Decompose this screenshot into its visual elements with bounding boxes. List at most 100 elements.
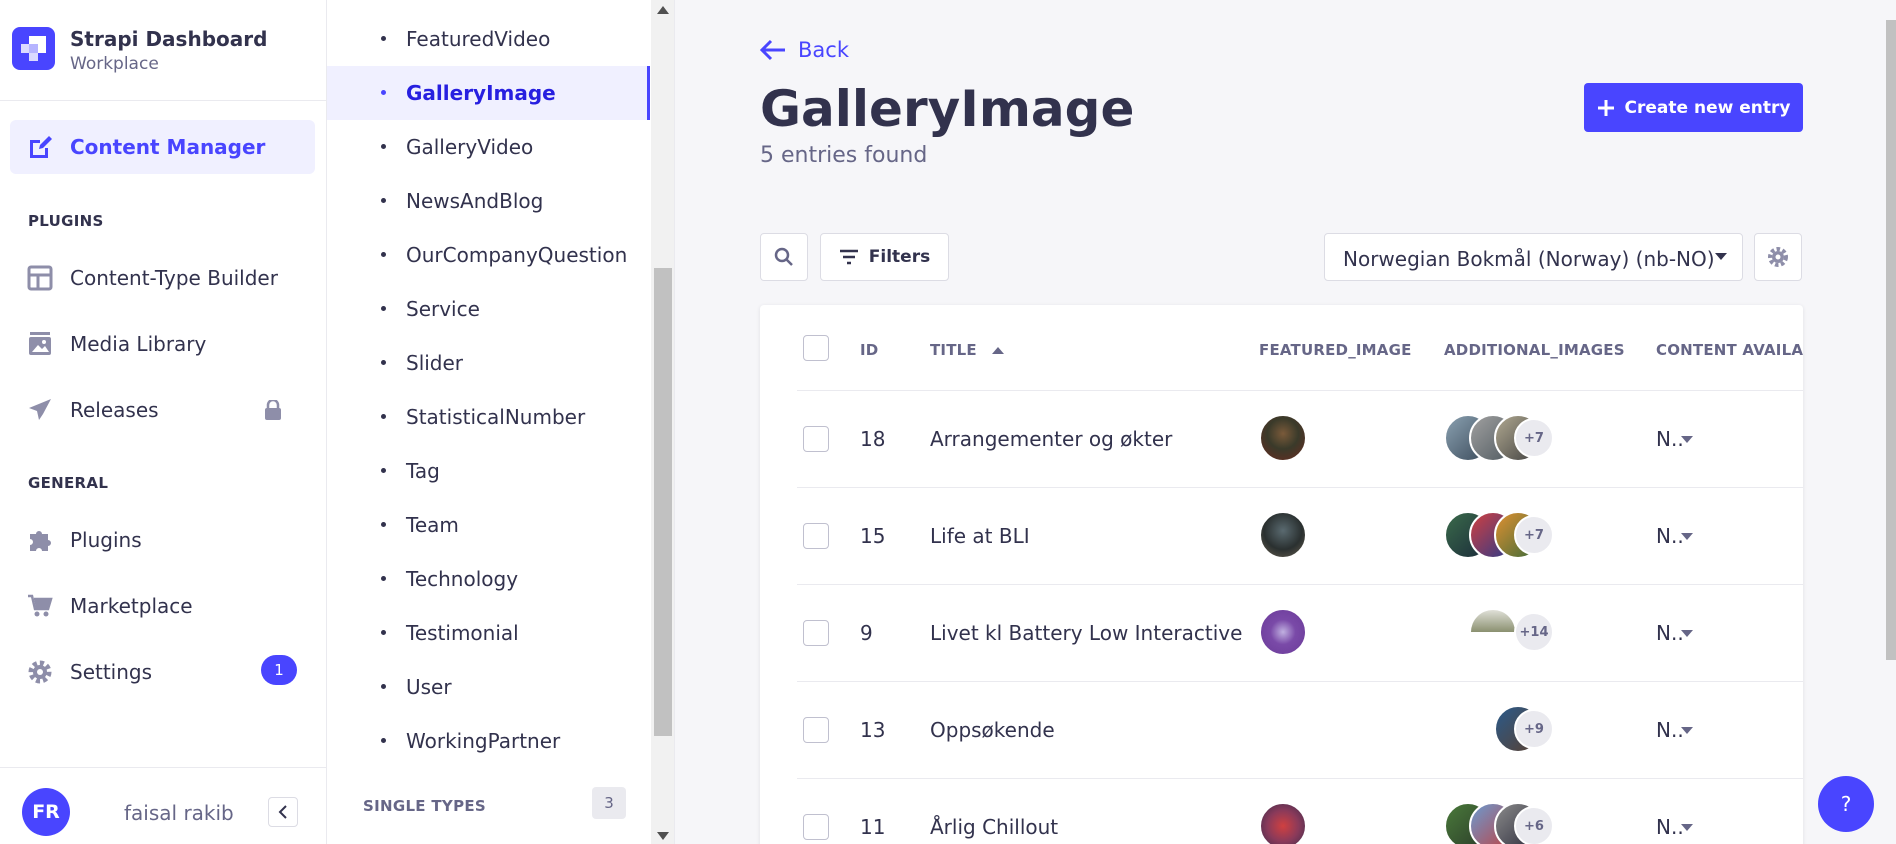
table-row[interactable]: 13 Oppsøkende +9 N.. [797,681,1803,778]
select-all-checkbox[interactable] [803,335,829,361]
more-images-count[interactable]: +7 [1514,418,1554,458]
subnav-label: OurCompanyQuestion [406,243,628,267]
back-label: Back [798,38,849,62]
nav-content-manager[interactable]: Content Manager [10,120,315,174]
subnav-label: Team [406,513,459,537]
subnav-item-galleryvideo[interactable]: GalleryVideo [327,120,650,174]
row-checkbox[interactable] [803,426,829,452]
filters-button[interactable]: Filters [820,233,949,281]
main-nav: Strapi Dashboard Workplace Content Manag… [0,0,327,844]
cell-title: Oppsøkende [930,718,1055,742]
list-settings-button[interactable] [1754,233,1802,281]
nav-label: Releases [70,398,159,422]
subnav-item-technology[interactable]: Technology [327,552,650,606]
subnav-item-statisticalnumber[interactable]: StatisticalNumber [327,390,650,444]
nav-marketplace[interactable]: Marketplace [10,579,315,633]
column-header-featured-image[interactable]: FEATURED_IMAGE [1259,341,1412,359]
brand-title: Strapi Dashboard [70,27,268,51]
table-row[interactable]: 15 Life at BLI +7 N.. [797,487,1803,584]
table-row[interactable]: 9 Livet kl Battery Low Interactive +14 N… [797,584,1803,681]
bullet-icon [381,198,386,203]
bullet-icon [381,630,386,635]
cell-title: Arrangementer og økter [930,427,1173,451]
more-images-count[interactable]: +14 [1514,612,1554,652]
availability-status[interactable]: N.. [1656,815,1684,839]
availability-status[interactable]: N.. [1656,718,1684,742]
bullet-icon [381,360,386,365]
subnav-item-newsandblog[interactable]: NewsAndBlog [327,174,650,228]
caret-down-icon[interactable] [1681,533,1693,541]
cell-id: 13 [860,718,886,742]
table-row[interactable]: 11 Årlig Chillout +6 N.. [797,778,1803,844]
subnav-label: User [406,675,452,699]
more-images-count[interactable]: +9 [1514,709,1554,749]
featured-image-thumbnail[interactable] [1259,802,1307,844]
column-header-title[interactable]: TITLE [930,341,1005,359]
additional-image-thumbnail[interactable] [1469,608,1517,632]
featured-image-thumbnail[interactable] [1259,511,1307,559]
nav-content-type-builder[interactable]: Content-Type Builder [10,251,315,305]
caret-down-icon[interactable] [1681,630,1693,638]
subnav-scroll-thumb[interactable] [654,268,672,736]
subnav-item-galleryimage[interactable]: GalleryImage [327,66,650,120]
row-checkbox[interactable] [803,620,829,646]
nav-label: Settings [70,660,153,684]
page-scrollbar[interactable] [1886,20,1896,660]
subnav-item-user[interactable]: User [327,660,650,714]
scroll-down-arrow-icon[interactable] [657,832,669,840]
row-checkbox[interactable] [803,523,829,549]
brand-subtitle: Workplace [70,54,159,74]
back-link[interactable]: Back [760,38,849,62]
subnav-item-featuredvideo[interactable]: FeaturedVideo [327,12,650,66]
subnav-label: WorkingPartner [406,729,561,753]
help-button[interactable]: ? [1818,776,1874,832]
locale-select[interactable]: Norwegian Bokmål (Norway) (nb-NO) [1324,233,1743,281]
caret-down-icon[interactable] [1681,824,1693,832]
featured-image-thumbnail[interactable] [1259,414,1307,462]
bullet-icon [381,738,386,743]
table-row[interactable]: 18 Arrangementer og økter +7 N.. [797,390,1803,487]
cell-title: Livet kl Battery Low Interactive [930,621,1243,645]
scroll-up-arrow-icon[interactable] [657,6,669,14]
collapse-nav-button[interactable] [268,797,298,827]
bullet-icon [381,144,386,149]
cart-icon [27,593,53,619]
search-button[interactable] [760,233,808,281]
column-header-id[interactable]: ID [860,341,878,359]
avatar[interactable]: FR [22,788,70,836]
create-new-entry-button[interactable]: Create new entry [1584,83,1803,132]
filter-icon [839,249,858,265]
cell-id: 15 [860,524,886,548]
bullet-icon [381,90,386,95]
subnav-item-ourcompanyquestion[interactable]: OurCompanyQuestion [327,228,650,282]
nav-plugins[interactable]: Plugins [10,513,315,567]
subnav-item-team[interactable]: Team [327,498,650,552]
more-images-count[interactable]: +6 [1514,806,1554,844]
nav-label: Plugins [70,528,142,552]
column-header-content-availability[interactable]: CONTENT AVAILAB [1656,341,1803,359]
subnav-item-testimonial[interactable]: Testimonial [327,606,650,660]
plus-icon [1597,99,1614,116]
subnav-label: FeaturedVideo [406,27,551,51]
availability-status[interactable]: N.. [1656,621,1684,645]
subnav-item-tag[interactable]: Tag [327,444,650,498]
row-checkbox[interactable] [803,814,829,840]
cell-id: 11 [860,815,886,839]
subnav-item-slider[interactable]: Slider [327,336,650,390]
nav-media-library[interactable]: Media Library [10,317,315,371]
caret-down-icon[interactable] [1681,727,1693,735]
single-types-heading[interactable]: SINGLE TYPES [363,797,486,815]
pencil-doc-icon [27,134,53,160]
row-checkbox[interactable] [803,717,829,743]
more-images-count[interactable]: +7 [1514,515,1554,555]
caret-down-icon[interactable] [1681,436,1693,444]
user-name[interactable]: faisal rakib [124,801,234,825]
cell-id: 9 [860,621,873,645]
subnav-item-service[interactable]: Service [327,282,650,336]
availability-status[interactable]: N.. [1656,427,1684,451]
subnav-item-workingpartner[interactable]: WorkingPartner [327,714,650,768]
bullet-icon [381,684,386,689]
availability-status[interactable]: N.. [1656,524,1684,548]
column-header-additional-images[interactable]: ADDITIONAL_IMAGES [1444,341,1625,359]
featured-image-thumbnail[interactable] [1259,608,1307,656]
